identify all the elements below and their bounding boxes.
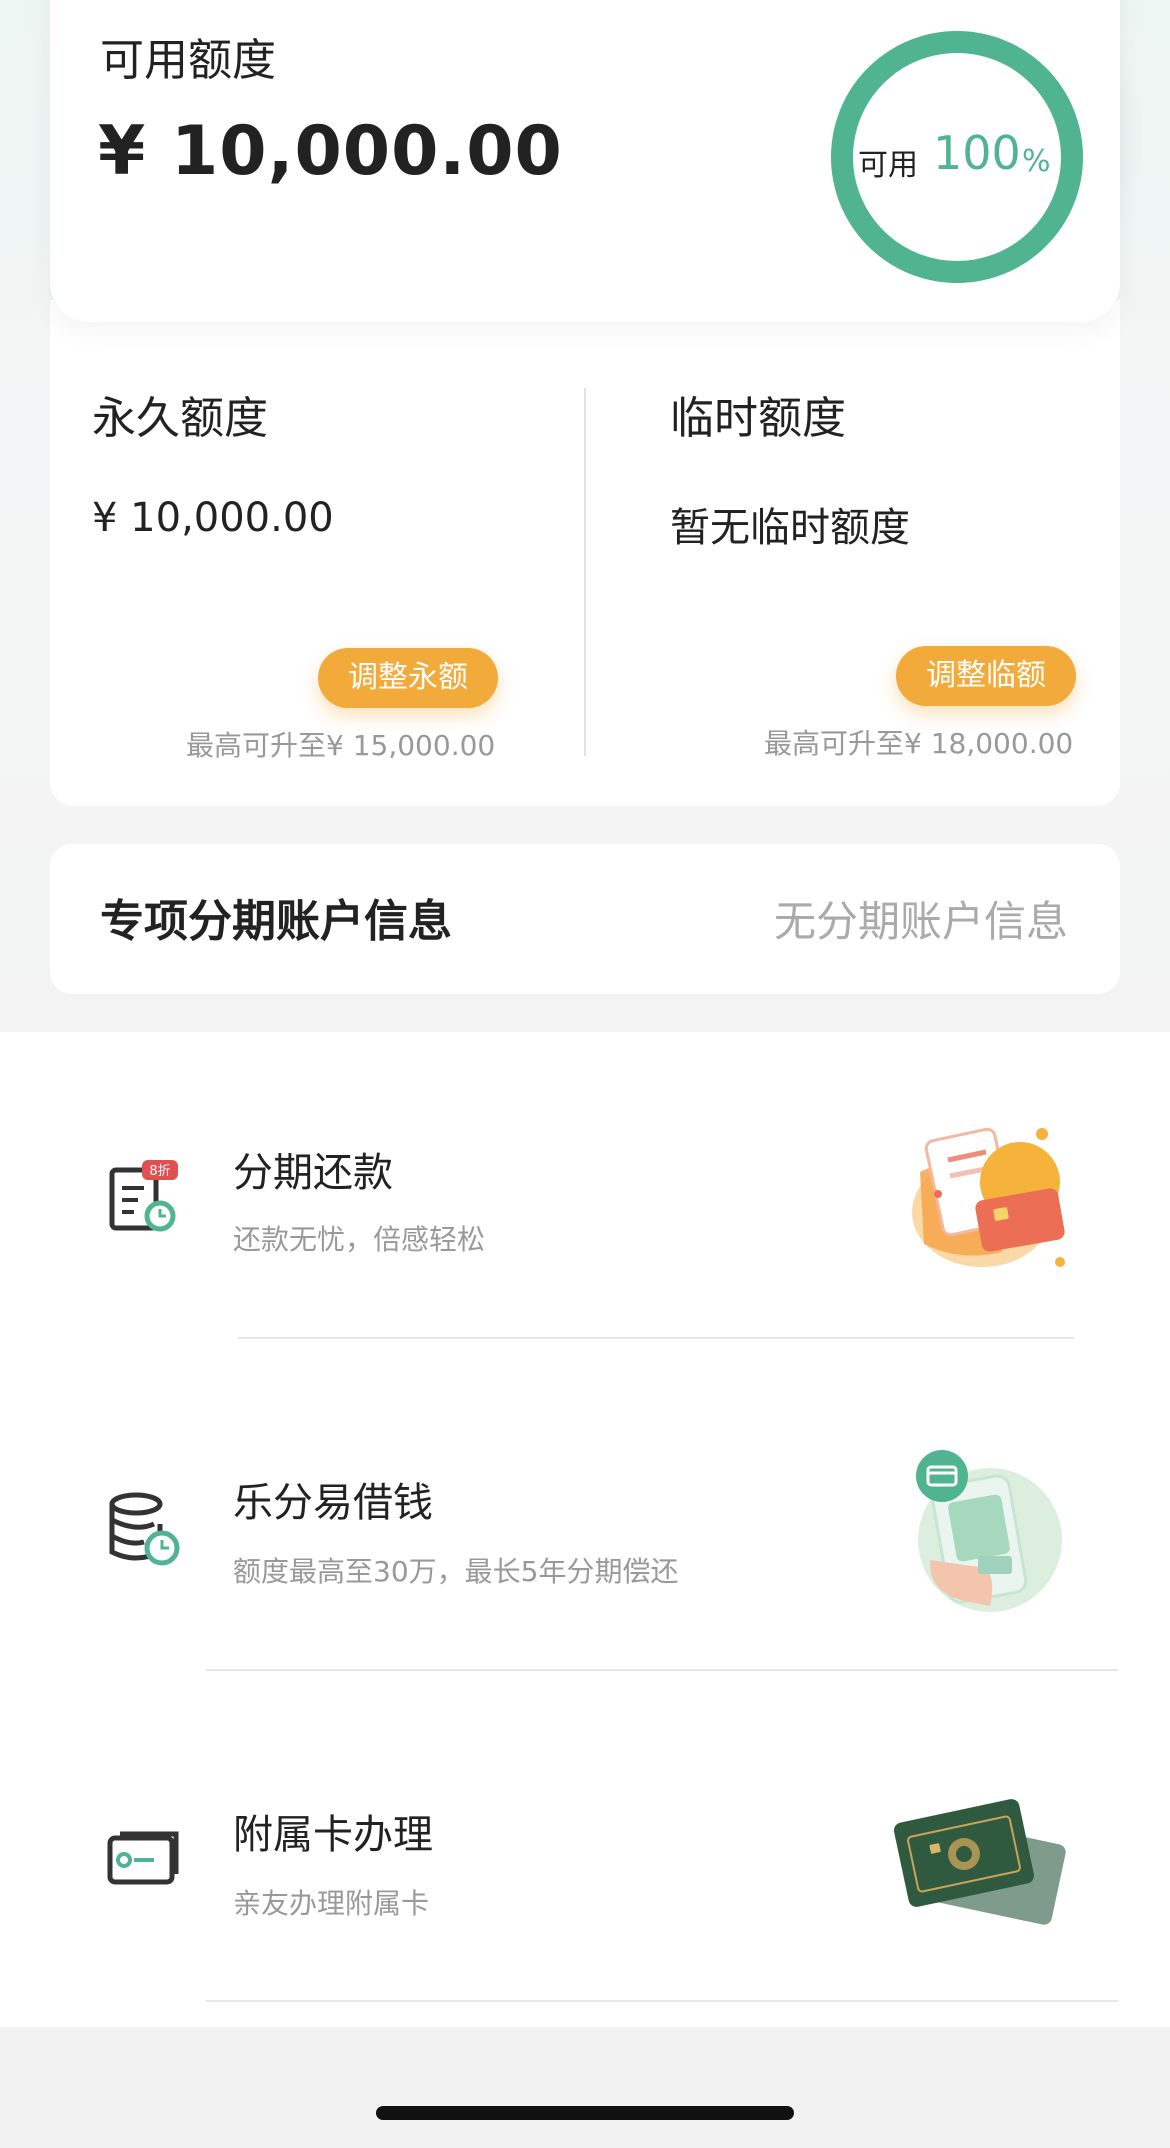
service-subtitle: 额度最高至30万，最长5年分期偿还 (233, 1555, 679, 1588)
installment-bill-icon: 8折 (109, 1160, 178, 1232)
credit-cards-illustration (893, 1799, 1066, 1925)
row-divider (206, 2000, 1118, 2002)
available-credit-title: 可用额度 (100, 35, 276, 86)
installment-account-status: 无分期账户信息 (773, 897, 1068, 946)
adjust-temporary-button[interactable]: 调整临额 (896, 646, 1076, 706)
ring-percent-unit: % (1022, 144, 1051, 179)
quota-divider (584, 388, 586, 756)
service-title: 分期还款 (233, 1150, 393, 1196)
card-icon (107, 1831, 179, 1885)
phone-hand-illustration (916, 1450, 1062, 1612)
bottom-area (0, 2027, 1170, 2148)
card-bill-illustration (912, 1127, 1065, 1267)
temporary-quota-max-note: 最高可升至¥ 18,000.00 (764, 727, 1074, 760)
temporary-quota-title: 临时额度 (670, 393, 846, 444)
service-title: 附属卡办理 (233, 1812, 433, 1858)
service-title: 乐分易借钱 (233, 1480, 433, 1526)
installment-account-title: 专项分期账户信息 (100, 896, 452, 947)
ring-label: 可用 (858, 148, 918, 183)
permanent-quota-amount: ¥ 10,000.00 (92, 495, 334, 541)
service-subtitle: 亲友办理附属卡 (233, 1887, 430, 1920)
permanent-quota-title: 永久额度 (92, 393, 268, 444)
temporary-quota-status: 暂无临时额度 (670, 505, 910, 551)
home-indicator[interactable] (376, 2106, 794, 2120)
row-divider (238, 1337, 1074, 1339)
coin-stack-clock-icon (109, 1492, 180, 1566)
ring-percent-value: 100 (933, 126, 1021, 180)
row-divider (206, 1669, 1118, 1671)
available-credit-amount: ¥ 10,000.00 (98, 112, 563, 191)
permanent-quota-max-note: 最高可升至¥ 15,000.00 (186, 729, 496, 762)
adjust-permanent-button[interactable]: 调整永额 (318, 648, 498, 708)
service-subtitle: 还款无忧，倍感轻松 (233, 1223, 486, 1256)
discount-badge-text: 8折 (149, 1164, 170, 1179)
